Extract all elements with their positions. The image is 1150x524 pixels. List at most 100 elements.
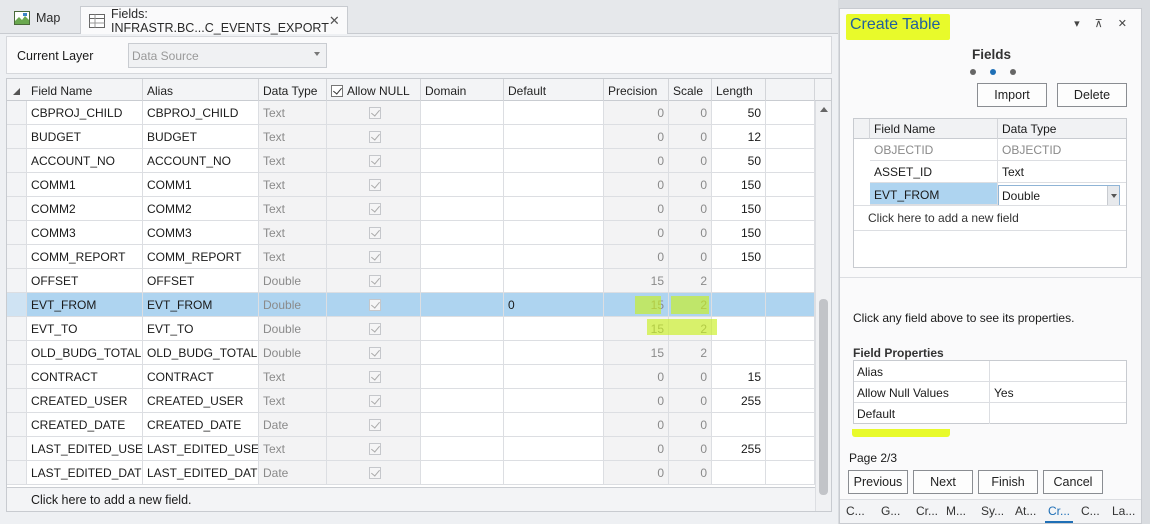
tab-map[interactable]: Map <box>6 5 74 31</box>
table-row[interactable]: ACCOUNT_NO ACCOUNT_NO Text 0 0 50 <box>7 149 815 173</box>
cell-alias[interactable]: CBPROJ_CHILD <box>143 101 259 125</box>
row-selector[interactable] <box>7 101 27 125</box>
cell-allow[interactable] <box>327 221 421 245</box>
cell-name[interactable]: OLD_BUDG_TOTAL <box>27 341 143 365</box>
cell-scale[interactable]: 0 <box>669 173 712 197</box>
new-field-row[interactable]: OBJECTID OBJECTID <box>854 139 1126 161</box>
current-layer-select[interactable]: Data Source <box>128 43 327 68</box>
table-row[interactable]: CONTRACT CONTRACT Text 0 0 15 <box>7 365 815 389</box>
allow-null-checkbox[interactable] <box>369 371 381 383</box>
table-row[interactable]: CBPROJ_CHILD CBPROJ_CHILD Text 0 0 50 <box>7 101 815 125</box>
cell-default[interactable] <box>504 221 604 245</box>
cell-alias[interactable]: COMM_REPORT <box>143 245 259 269</box>
allow-null-checkbox[interactable] <box>369 227 381 239</box>
cell-default[interactable] <box>504 173 604 197</box>
cell-default[interactable] <box>504 245 604 269</box>
table-row[interactable]: CREATED_DATE CREATED_DATE Date 0 0 <box>7 413 815 437</box>
allow-null-checkbox[interactable] <box>369 395 381 407</box>
cell-scale[interactable]: 0 <box>669 413 712 437</box>
cell-scale[interactable]: 0 <box>669 149 712 173</box>
allow-null-checkbox[interactable] <box>369 419 381 431</box>
cell-default[interactable] <box>504 413 604 437</box>
cell-precision[interactable]: 0 <box>604 245 669 269</box>
cell-default[interactable] <box>504 317 604 341</box>
allow-null-checkbox[interactable] <box>369 155 381 167</box>
cell-domain[interactable] <box>421 317 504 341</box>
cell-length[interactable]: 50 <box>712 101 766 125</box>
cell-domain[interactable] <box>421 437 504 461</box>
cell-precision[interactable]: 0 <box>604 101 669 125</box>
cell-length[interactable]: 12 <box>712 125 766 149</box>
cell-precision[interactable]: 0 <box>604 221 669 245</box>
cell-type[interactable]: Text <box>259 149 327 173</box>
property-row[interactable]: Alias <box>854 361 1126 382</box>
row-selector[interactable] <box>7 197 27 221</box>
cell-type[interactable]: Text <box>259 125 327 149</box>
cell-default[interactable] <box>504 197 604 221</box>
table-row[interactable]: COMM3 COMM3 Text 0 0 150 <box>7 221 815 245</box>
cell-allow[interactable] <box>327 293 421 317</box>
table-row[interactable]: OFFSET OFFSET Double 15 2 <box>7 269 815 293</box>
column-header-allow-null[interactable]: Allow NULL <box>327 79 421 101</box>
pane-window-controls[interactable]: ▾ ⊼ ✕ <box>1074 17 1133 30</box>
cell-scale[interactable]: 0 <box>669 389 712 413</box>
table-row[interactable]: COMM1 COMM1 Text 0 0 150 <box>7 173 815 197</box>
cell-name[interactable]: CREATED_USER <box>27 389 143 413</box>
cell-alias[interactable]: OFFSET <box>143 269 259 293</box>
cell-length[interactable]: 255 <box>712 437 766 461</box>
cell-alias[interactable]: CREATED_DATE <box>143 413 259 437</box>
cell-length[interactable] <box>712 341 766 365</box>
cell-allow[interactable] <box>327 173 421 197</box>
cell-length[interactable]: 15 <box>712 365 766 389</box>
cell-type[interactable]: Date <box>259 461 327 485</box>
cell-default[interactable] <box>504 341 604 365</box>
close-icon[interactable]: ✕ <box>329 13 340 29</box>
cell-alias[interactable]: COMM1 <box>143 173 259 197</box>
bottom-tab[interactable]: C... <box>1081 504 1100 518</box>
cell-name[interactable]: COMM3 <box>27 221 143 245</box>
cell-domain[interactable] <box>421 293 504 317</box>
chevron-down-icon[interactable] <box>1107 186 1119 205</box>
allow-null-checkbox[interactable] <box>369 251 381 263</box>
cell-allow[interactable] <box>327 389 421 413</box>
cell-allow[interactable] <box>327 413 421 437</box>
cell-name[interactable]: BUDGET <box>27 125 143 149</box>
allow-null-checkbox[interactable] <box>369 131 381 143</box>
cell-length[interactable] <box>712 461 766 485</box>
cell-allow[interactable] <box>327 461 421 485</box>
cell-precision[interactable]: 0 <box>604 413 669 437</box>
cell-allow[interactable] <box>327 341 421 365</box>
cell-scale[interactable]: 0 <box>669 461 712 485</box>
cell-type[interactable]: Text <box>259 101 327 125</box>
cell-allow[interactable] <box>327 149 421 173</box>
property-row[interactable]: Allow Null Values Yes <box>854 382 1126 403</box>
cell-length[interactable]: 150 <box>712 221 766 245</box>
row-selector[interactable] <box>7 437 27 461</box>
cell-type[interactable]: Text <box>259 173 327 197</box>
delete-button[interactable]: Delete <box>1057 83 1127 107</box>
cell-type[interactable]: Text <box>259 245 327 269</box>
cell-default[interactable]: 0 <box>504 293 604 317</box>
allow-null-checkbox[interactable] <box>369 107 381 119</box>
cell-type[interactable]: Text <box>259 197 327 221</box>
row-selector[interactable] <box>7 341 27 365</box>
cell-scale[interactable]: 0 <box>669 221 712 245</box>
row-selector[interactable] <box>7 365 27 389</box>
cell-name[interactable]: COMM1 <box>27 173 143 197</box>
bottom-tab[interactable]: G... <box>881 504 900 518</box>
add-new-field-row[interactable]: Click here to add a new field <box>854 205 1126 231</box>
cell-precision[interactable]: 0 <box>604 197 669 221</box>
tab-fields[interactable]: Fields: INFRASTR.BC...C_EVENTS_EXPORT ✕ <box>80 6 348 35</box>
allow-null-header-checkbox[interactable] <box>331 85 343 97</box>
cell-allow[interactable] <box>327 245 421 269</box>
cell-type[interactable]: Double <box>259 317 327 341</box>
data-type-dropdown[interactable]: Double <box>998 185 1120 206</box>
cell-type[interactable]: Text <box>259 437 327 461</box>
cell-allow[interactable] <box>327 269 421 293</box>
cell-length[interactable]: 50 <box>712 149 766 173</box>
bottom-tab[interactable]: Cr... <box>916 504 938 518</box>
cell-length[interactable] <box>712 269 766 293</box>
vertical-scrollbar[interactable] <box>815 101 831 511</box>
allow-null-checkbox[interactable] <box>369 443 381 455</box>
cell-precision[interactable]: 0 <box>604 149 669 173</box>
